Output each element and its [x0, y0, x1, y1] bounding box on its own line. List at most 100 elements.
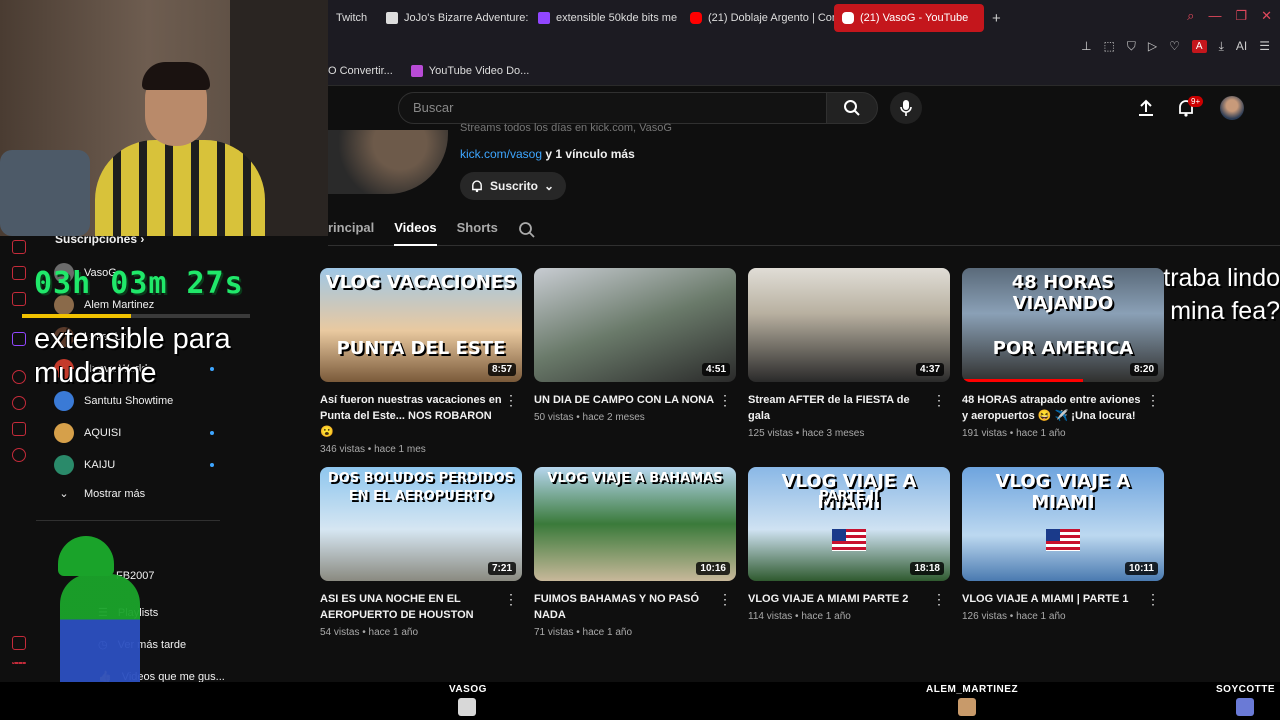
- video-title[interactable]: FUIMOS BAHAMAS Y NO PASÓ NADA: [534, 591, 736, 623]
- close-icon[interactable]: ✕: [1261, 8, 1272, 24]
- extension-icon[interactable]: [12, 292, 26, 306]
- send-icon[interactable]: ▷: [1148, 39, 1157, 53]
- menu-icon[interactable]: ☰: [1259, 39, 1270, 53]
- channel-description[interactable]: Streams todos los días en kick.com, Vaso…: [460, 122, 672, 134]
- heart-icon[interactable]: ♡: [1169, 39, 1180, 53]
- bookmark-youtube-video-downloader[interactable]: YouTube Video Do...: [410, 64, 529, 77]
- more-options-icon[interactable]: ⋮: [932, 392, 946, 409]
- more-options-icon[interactable]: ⋮: [1146, 591, 1160, 608]
- browser-tab-doblaje[interactable]: (21) Doblaje Argento | Con: [682, 4, 834, 32]
- video-card[interactable]: VLOG VACACIONES PUNTA DEL ESTE 8:57 Así fue…: [320, 268, 522, 455]
- video-card[interactable]: 48 HORAS VIAJANDO POR AMERICA 8:20 48 HORAS…: [962, 268, 1164, 439]
- twitch-icon[interactable]: [12, 332, 26, 346]
- video-card[interactable]: 4:51 UN DIA DE CAMPO CON LA NONA 50 vistas…: [534, 268, 736, 423]
- video-meta: 346 vistas • hace 1 mes: [320, 444, 426, 455]
- clock-icon[interactable]: [12, 396, 26, 410]
- video-thumbnail[interactable]: VLOG VACACIONES PUNTA DEL ESTE 8:57: [320, 268, 522, 382]
- extension-icon[interactable]: [12, 240, 26, 254]
- video-thumbnail[interactable]: 4:37: [748, 268, 950, 382]
- video-title[interactable]: Así fueron nuestras vacaciones en Punta …: [320, 392, 522, 440]
- more-options-icon[interactable]: ⋮: [504, 591, 518, 608]
- more-options-icon[interactable]: ⋮: [932, 591, 946, 608]
- chevron-down-icon: ⌄: [59, 488, 69, 500]
- browser-tab-twitch[interactable]: Twitch: [328, 4, 378, 32]
- ai-button[interactable]: AI: [1236, 39, 1247, 53]
- screenshot-icon[interactable]: ⬚: [1104, 39, 1115, 53]
- search-button[interactable]: [826, 92, 878, 124]
- bookmark-label: O Convertir...: [328, 64, 393, 77]
- video-title[interactable]: ASI ES UNA NOCHE EN EL AEROPUERTO DE HOU…: [320, 591, 522, 623]
- video-title[interactable]: 48 HORAS atrapado entre aviones y aeropu…: [962, 392, 1164, 424]
- viewer-name: SOYCOTTE: [1216, 684, 1276, 695]
- more-icon[interactable]: [12, 662, 26, 664]
- video-card[interactable]: VLOG VIAJE A BAHAMAS 10:16 FUIMOS BAHAMAS …: [534, 467, 736, 638]
- video-title[interactable]: VLOG VIAJE A MIAMI | PARTE 1: [962, 591, 1164, 607]
- pin-icon[interactable]: ⊥: [1081, 39, 1091, 53]
- tab-shorts[interactable]: Shorts: [457, 220, 498, 246]
- extension-icon[interactable]: [12, 266, 26, 280]
- video-card[interactable]: VLOG VIAJE A MIAMI PARTE II 18:18 VLOG VIAJ…: [748, 467, 950, 622]
- search-icon[interactable]: ⌕: [1187, 8, 1194, 24]
- video-title[interactable]: Stream AFTER de la FIESTA de gala: [748, 392, 950, 424]
- side-extension-strip: [0, 236, 36, 686]
- extension-icon[interactable]: [12, 636, 26, 650]
- webcam-streamer-shirt: [95, 140, 265, 236]
- new-tab-button[interactable]: +: [984, 10, 1009, 27]
- gear-icon[interactable]: [12, 448, 26, 462]
- sidebar-item-aquisi[interactable]: AQUISI: [54, 423, 224, 443]
- browser-tab-vasog[interactable]: (21) VasoG - YouTube: [834, 4, 984, 32]
- puzzle-icon[interactable]: [12, 422, 26, 436]
- tab-home[interactable]: rincipal: [328, 220, 374, 246]
- channel-link-more[interactable]: y 1 vínculo más: [545, 147, 634, 161]
- upload-icon[interactable]: [1136, 98, 1156, 118]
- video-thumbnail[interactable]: VLOG VIAJE A BAHAMAS 10:16: [534, 467, 736, 581]
- video-thumbnail[interactable]: VLOG VIAJE A MIAMI PARTE II 18:18: [748, 467, 950, 581]
- sidebar-item-fb2007[interactable]: FB2007: [116, 570, 216, 582]
- video-thumbnail[interactable]: DOS BOLUDOS PERDIDOS EN EL AEROPUERTO 7:21: [320, 467, 522, 581]
- video-card[interactable]: VLOG VIAJE A MIAMI 10:11 VLOG VIAJE A MIAM…: [962, 467, 1164, 622]
- channel-links[interactable]: kick.com/vasog y 1 vínculo más: [460, 147, 635, 161]
- tab-label: extensible 50kde bits me: [556, 12, 678, 24]
- subathon-timer: 03h 03m 27s: [34, 266, 244, 301]
- video-thumbnail[interactable]: 4:51: [534, 268, 736, 382]
- twitch-icon: [538, 12, 550, 24]
- video-thumbnail[interactable]: 48 HORAS VIAJANDO POR AMERICA 8:20: [962, 268, 1164, 382]
- minimize-icon[interactable]: —: [1208, 8, 1221, 24]
- video-meta: 50 vistas • hace 2 meses: [534, 412, 645, 423]
- youtube-icon: [690, 12, 702, 24]
- extension-badge[interactable]: A: [1191, 39, 1207, 53]
- sidebar-item-kaiju[interactable]: KAIJU: [54, 455, 224, 475]
- channel-link[interactable]: kick.com/vasog: [460, 147, 542, 161]
- shield-icon[interactable]: ⛉: [1127, 39, 1136, 54]
- channel-search-icon[interactable]: [518, 221, 536, 239]
- video-card[interactable]: DOS BOLUDOS PERDIDOS EN EL AEROPUERTO 7:21…: [320, 467, 522, 638]
- video-title[interactable]: VLOG VIAJE A MIAMI PARTE 2: [748, 591, 950, 607]
- show-more-button[interactable]: ⌄ Mostrar más: [54, 487, 224, 501]
- bookmark-convertir[interactable]: O Convertir...: [328, 65, 393, 77]
- restore-icon[interactable]: ❐: [1235, 8, 1247, 24]
- video-duration: 4:37: [915, 363, 944, 376]
- voice-search-button[interactable]: [890, 92, 922, 124]
- more-options-icon[interactable]: ⋮: [1146, 392, 1160, 409]
- thumbnail-text: DOS BOLUDOS PERDIDOS: [327, 471, 515, 486]
- more-options-icon[interactable]: ⋮: [504, 392, 518, 409]
- browser-tab-jojo[interactable]: JoJo's Bizarre Adventure:: [378, 4, 530, 32]
- show-more-label: Mostrar más: [84, 487, 146, 500]
- search-input[interactable]: Buscar: [398, 92, 828, 124]
- avatar: [54, 391, 74, 411]
- more-options-icon[interactable]: ⋮: [718, 392, 732, 409]
- extension-icon[interactable]: [12, 370, 26, 384]
- chevron-down-icon: ⌄: [544, 179, 555, 193]
- subscribed-button[interactable]: Suscrito ⌄: [460, 172, 566, 200]
- window-controls: ⌕ — ❐ ✕: [1187, 8, 1272, 24]
- video-card[interactable]: 4:37 Stream AFTER de la FIESTA de gala 125…: [748, 268, 950, 439]
- browser-tab-extensible[interactable]: extensible 50kde bits me: [530, 4, 682, 32]
- more-options-icon[interactable]: ⋮: [718, 591, 732, 608]
- video-thumbnail[interactable]: VLOG VIAJE A MIAMI 10:11: [962, 467, 1164, 581]
- tab-videos[interactable]: Videos: [394, 220, 437, 246]
- video-title[interactable]: UN DIA DE CAMPO CON LA NONA: [534, 392, 736, 408]
- account-avatar[interactable]: [1220, 96, 1244, 120]
- sidebar-item-santutu-showtime[interactable]: Santutu Showtime: [54, 391, 224, 411]
- download-icon[interactable]: ⤓: [1219, 39, 1224, 54]
- timer-progress-fill: [22, 314, 132, 318]
